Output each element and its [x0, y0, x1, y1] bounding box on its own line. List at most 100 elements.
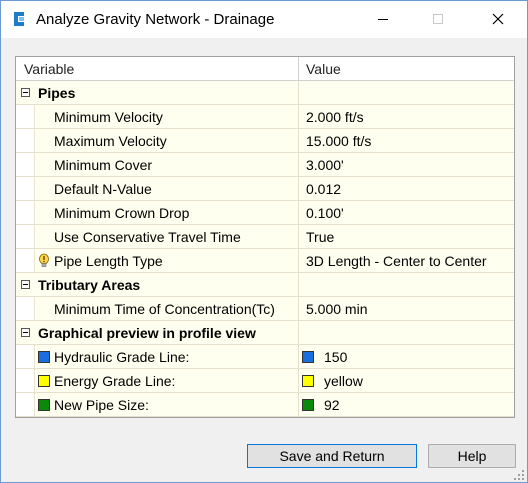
collapse-icon[interactable] — [21, 280, 30, 289]
resize-grip-icon[interactable] — [513, 469, 525, 481]
row-gutter — [16, 105, 34, 128]
property-row[interactable]: Default N-Value 0.012 — [16, 177, 514, 201]
gutter-line — [34, 105, 35, 128]
property-row[interactable]: Pipe Length Type 3D Length - Center to C… — [16, 249, 514, 273]
title-bar[interactable]: Analyze Gravity Network - Drainage — [1, 1, 527, 38]
column-divider — [298, 177, 299, 200]
property-row[interactable]: Maximum Velocity 15.000 ft/s — [16, 129, 514, 153]
row-gutter — [16, 249, 34, 272]
gutter-line — [34, 345, 35, 368]
column-divider — [298, 105, 299, 128]
property-label: Default N-Value — [54, 181, 152, 197]
property-row[interactable]: Minimum Crown Drop 0.100' — [16, 201, 514, 225]
property-value[interactable]: 0.012 — [306, 181, 341, 197]
column-divider — [298, 369, 299, 392]
row-gutter — [16, 369, 34, 392]
gutter-line — [34, 393, 35, 416]
lightbulb-icon — [39, 253, 49, 267]
close-icon — [492, 13, 504, 25]
row-gutter — [16, 177, 34, 200]
hydraulic-grade-value-swatch — [302, 351, 314, 363]
energy-grade-color-swatch — [38, 375, 50, 387]
analyze-gravity-network-dialog: Analyze Gravity Network - Drainage Varia… — [0, 0, 528, 483]
gutter-line — [34, 153, 35, 176]
window-title: Analyze Gravity Network - Drainage — [36, 11, 275, 28]
property-row[interactable]: Minimum Cover 3.000' — [16, 153, 514, 177]
property-grid[interactable]: Variable Value Pipes Minimum Velocity 2.… — [15, 56, 515, 418]
column-divider — [298, 297, 299, 320]
property-value[interactable]: 150 — [324, 349, 347, 365]
category-label: Pipes — [38, 85, 76, 101]
column-divider — [298, 321, 299, 344]
row-gutter — [16, 201, 34, 224]
property-label: Energy Grade Line: — [54, 373, 176, 389]
value-column-header[interactable]: Value — [306, 61, 341, 77]
row-gutter — [16, 297, 34, 320]
property-label: Hydraulic Grade Line: — [54, 349, 190, 365]
gutter-line — [34, 201, 35, 224]
property-value[interactable]: 5.000 min — [306, 301, 367, 317]
variable-column-header[interactable]: Variable — [24, 61, 74, 77]
property-row[interactable]: Minimum Time of Concentration(Tc) 5.000 … — [16, 297, 514, 321]
property-row[interactable]: Energy Grade Line: yellow — [16, 369, 514, 393]
gutter-line — [34, 369, 35, 392]
category-graphical-preview[interactable]: Graphical preview in profile view — [16, 321, 514, 345]
category-pipes[interactable]: Pipes — [16, 81, 514, 105]
hydraulic-grade-color-swatch — [38, 351, 50, 363]
property-row[interactable]: New Pipe Size: 92 — [16, 393, 514, 417]
property-value[interactable]: 15.000 ft/s — [306, 133, 371, 149]
column-divider — [298, 129, 299, 152]
row-gutter — [16, 345, 34, 368]
energy-grade-value-swatch — [302, 375, 314, 387]
property-label: Pipe Length Type — [54, 253, 163, 269]
row-gutter — [16, 129, 34, 152]
close-button[interactable] — [475, 1, 521, 37]
column-divider — [298, 345, 299, 368]
property-value[interactable]: 3.000' — [306, 157, 344, 173]
header-divider — [298, 57, 299, 81]
row-gutter — [16, 393, 34, 416]
property-label: Minimum Time of Concentration(Tc) — [54, 301, 275, 317]
category-label: Graphical preview in profile view — [38, 325, 256, 341]
category-label: Tributary Areas — [38, 277, 141, 293]
property-value[interactable]: 0.100' — [306, 205, 344, 221]
collapse-icon[interactable] — [21, 328, 30, 337]
row-gutter — [16, 153, 34, 176]
column-divider — [298, 393, 299, 416]
gutter-line — [34, 129, 35, 152]
app-logo-icon — [10, 10, 28, 28]
gutter-line — [34, 297, 35, 320]
category-tributary-areas[interactable]: Tributary Areas — [16, 273, 514, 297]
grid-header: Variable Value — [16, 57, 514, 81]
property-label: Maximum Velocity — [54, 133, 167, 149]
row-gutter — [16, 225, 34, 248]
property-label: Minimum Cover — [54, 157, 153, 173]
property-row[interactable]: Minimum Velocity 2.000 ft/s — [16, 105, 514, 129]
column-divider — [298, 273, 299, 296]
property-label: Use Conservative Travel Time — [54, 229, 241, 245]
minimize-icon — [378, 19, 388, 20]
property-label: New Pipe Size: — [54, 397, 149, 413]
column-divider — [298, 153, 299, 176]
save-and-return-button[interactable]: Save and Return — [247, 444, 417, 468]
property-value[interactable]: 3D Length - Center to Center — [306, 253, 487, 269]
minimize-button[interactable] — [360, 1, 406, 37]
property-value[interactable]: 2.000 ft/s — [306, 109, 364, 125]
gutter-line — [34, 225, 35, 248]
property-label: Minimum Velocity — [54, 109, 163, 125]
maximize-button[interactable] — [415, 1, 461, 37]
property-label: Minimum Crown Drop — [54, 205, 190, 221]
collapse-icon[interactable] — [21, 88, 30, 97]
property-row[interactable]: Use Conservative Travel Time True — [16, 225, 514, 249]
gutter-line — [34, 249, 35, 272]
column-divider — [298, 225, 299, 248]
maximize-icon — [433, 14, 443, 24]
new-pipe-value-swatch — [302, 399, 314, 411]
help-button[interactable]: Help — [428, 444, 516, 468]
column-divider — [298, 81, 299, 104]
property-value[interactable]: 92 — [324, 397, 340, 413]
property-row[interactable]: Hydraulic Grade Line: 150 — [16, 345, 514, 369]
property-value[interactable]: yellow — [324, 373, 363, 389]
new-pipe-color-swatch — [38, 399, 50, 411]
property-value[interactable]: True — [306, 229, 334, 245]
